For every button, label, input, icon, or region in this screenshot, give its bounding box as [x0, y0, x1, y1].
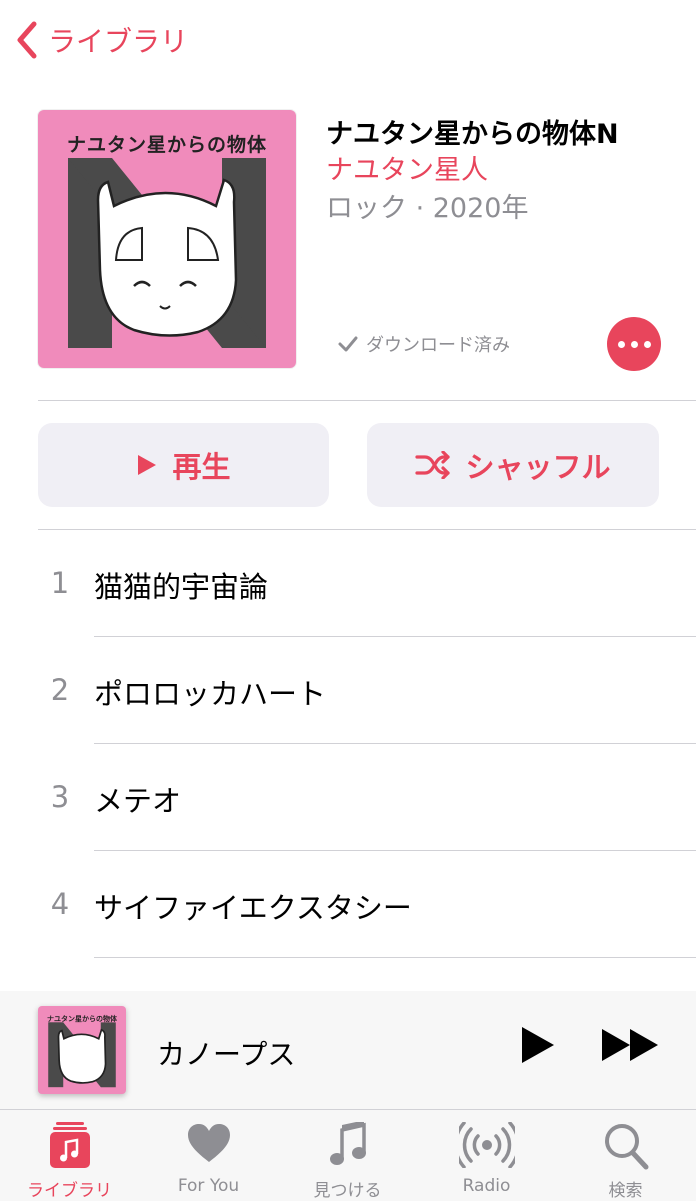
tab-label: For You	[177, 1176, 240, 1196]
tab-label: Radio	[462, 1176, 511, 1196]
track-title: ポロロッカハート	[94, 677, 327, 711]
heart-icon	[187, 1124, 230, 1162]
download-status: ダウンロード済み	[336, 331, 510, 357]
more-options-button[interactable]	[607, 317, 661, 371]
album-genre-year: ロック · 2020年	[326, 193, 529, 224]
track-row[interactable]: 3 メテオ	[0, 744, 696, 850]
divider	[38, 400, 696, 401]
now-playing-title[interactable]: カノープス	[157, 1033, 295, 1073]
mini-art-title: ナユタン星からの物体	[47, 1015, 117, 1023]
album-artwork[interactable]: ナユタン星からの物体	[38, 110, 296, 368]
tab-search[interactable]: 検索	[556, 1110, 695, 1201]
track-title: メテオ	[94, 784, 182, 818]
tab-bar: ライブラリ For You 見つける Radio 検索	[0, 1109, 696, 1201]
track-divider	[94, 957, 696, 958]
chevron-left-icon	[17, 21, 37, 59]
track-row[interactable]: 2 ポロロッカハート	[0, 637, 696, 743]
track-row[interactable]: 4 サイファイエクスタシー	[0, 851, 696, 957]
play-icon[interactable]	[518, 1025, 558, 1065]
tab-label: 見つける	[313, 1181, 382, 1201]
play-button[interactable]: 再生	[38, 423, 329, 507]
shuffle-button[interactable]: シャッフル	[367, 423, 659, 507]
track-title: サイファイエクスタシー	[94, 891, 412, 925]
tab-label: 検索	[608, 1181, 643, 1201]
radio-icon	[458, 1122, 515, 1168]
checkmark-icon	[338, 336, 358, 352]
download-status-label: ダウンロード済み	[366, 335, 510, 356]
shuffle-icon	[415, 451, 451, 479]
back-label: ライブラリ	[48, 25, 189, 58]
mini-player-artwork[interactable]: ナユタン星からの物体	[38, 1006, 126, 1094]
search-icon	[604, 1124, 648, 1170]
library-icon	[49, 1122, 90, 1168]
shuffle-button-label: シャッフル	[465, 450, 611, 484]
play-icon	[138, 455, 157, 475]
track-row[interactable]: 1 猫猫的宇宙論	[0, 530, 696, 636]
music-note-icon	[329, 1122, 366, 1165]
album-art-title: ナユタン星からの物体	[66, 134, 267, 156]
tab-label: ライブラリ	[27, 1181, 112, 1201]
tab-browse[interactable]: 見つける	[278, 1110, 417, 1201]
ellipsis-icon	[617, 340, 625, 348]
album-title: ナユタン星からの物体N	[326, 119, 619, 150]
play-button-label: 再生	[172, 450, 231, 484]
mini-player[interactable]: ナユタン星からの物体 カノープス	[0, 991, 696, 1109]
track-title: 猫猫的宇宙論	[94, 570, 269, 604]
fast-forward-icon[interactable]	[600, 1025, 662, 1065]
tab-for-you[interactable]: For You	[139, 1110, 278, 1201]
tab-library[interactable]: ライブラリ	[0, 1110, 139, 1201]
tab-radio[interactable]: Radio	[417, 1110, 556, 1201]
album-artist-link[interactable]: ナユタン星人	[326, 148, 488, 187]
back-button[interactable]: ライブラリ	[14, 18, 188, 62]
